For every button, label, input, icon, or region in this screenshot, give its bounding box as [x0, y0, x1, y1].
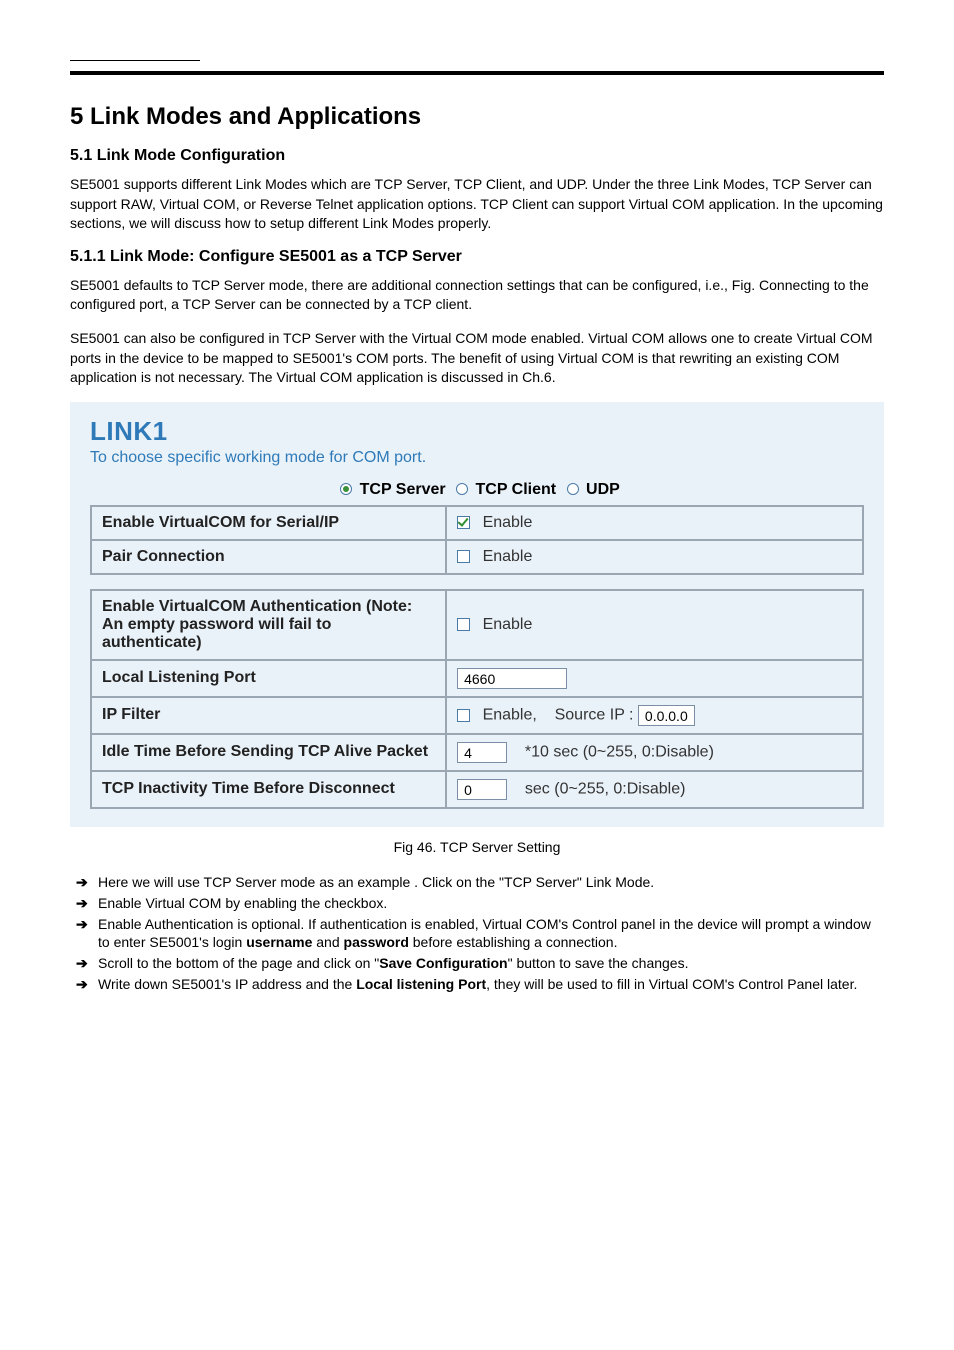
inactivity-suffix: sec (0~255, 0:Disable)	[525, 780, 686, 797]
local-port-input[interactable]: 4660	[457, 668, 567, 689]
list-item: Write down SE5001's IP address and the L…	[76, 975, 884, 994]
step-3-password: password	[344, 934, 409, 950]
list-item: Enable Authentication is optional. If au…	[76, 915, 884, 953]
ipfilter-enable-text: Enable,	[483, 706, 537, 723]
list-item: Scroll to the bottom of the page and cli…	[76, 954, 884, 973]
section-underline	[70, 60, 200, 61]
config-table-1: Enable VirtualCOM for Serial/IP Enable P…	[90, 505, 864, 575]
paragraph-2a: SE5001 defaults to TCP Server mode, ther…	[70, 276, 884, 315]
ipfilter-checkbox[interactable]	[457, 709, 470, 722]
pair-label: Pair Connection	[91, 540, 446, 574]
inactivity-label: TCP Inactivity Time Before Disconnect	[91, 771, 446, 808]
table-row: TCP Inactivity Time Before Disconnect 0 …	[91, 771, 863, 808]
radio-label-tcp-server: TCP Server	[360, 481, 446, 498]
idle-value-cell: 4 *10 sec (0~255, 0:Disable)	[446, 734, 863, 771]
port-label: Local Listening Port	[91, 660, 446, 697]
pair-value-cell: Enable	[446, 540, 863, 574]
spacer	[90, 575, 864, 589]
auth-label: Enable VirtualCOM Authentication (Note: …	[91, 590, 446, 660]
ipfilter-source-label: Source IP :	[555, 706, 634, 723]
figure-caption: Fig 46. TCP Server Setting	[70, 839, 884, 855]
vcom-value-cell: Enable	[446, 506, 863, 540]
idle-suffix: *10 sec (0~255, 0:Disable)	[525, 743, 714, 760]
link1-config-panel: LINK1 To choose specific working mode fo…	[70, 402, 884, 827]
radio-tcp-server[interactable]	[340, 483, 352, 495]
intro-paragraph: SE5001 supports different Link Modes whi…	[70, 175, 884, 234]
horizontal-rule	[70, 71, 884, 75]
step-2-text: Enable Virtual COM by enabling the check…	[98, 895, 387, 911]
idle-input[interactable]: 4	[457, 742, 507, 763]
ipfilter-label: IP Filter	[91, 697, 446, 734]
subsection-5-1: 5.1 Link Mode Configuration	[70, 147, 884, 165]
auth-value-cell: Enable	[446, 590, 863, 660]
subsection-5-1-1: 5.1.1 Link Mode: Configure SE5001 as a T…	[70, 248, 884, 266]
step-3-text-c: and	[312, 934, 343, 950]
table-row: Pair Connection Enable	[91, 540, 863, 574]
inactivity-value-cell: 0 sec (0~255, 0:Disable)	[446, 771, 863, 808]
radio-label-tcp-client: TCP Client	[476, 481, 557, 498]
step-5-port: Local listening Port	[356, 976, 486, 992]
pair-enable-text: Enable	[483, 548, 533, 565]
inactivity-input[interactable]: 0	[457, 779, 507, 800]
pair-checkbox[interactable]	[457, 550, 470, 563]
paragraph-2b: SE5001 can also be configured in TCP Ser…	[70, 329, 884, 388]
source-ip-input[interactable]: 0.0.0.0	[638, 705, 695, 726]
instruction-list: Here we will use TCP Server mode as an e…	[76, 873, 884, 994]
ipfilter-value-cell: Enable, Source IP : 0.0.0.0	[446, 697, 863, 734]
table-row: Local Listening Port 4660	[91, 660, 863, 697]
auth-enable-text: Enable	[483, 616, 533, 633]
panel-subtitle: To choose specific working mode for COM …	[90, 449, 864, 467]
config-table-2: Enable VirtualCOM Authentication (Note: …	[90, 589, 864, 809]
step-4-text-c: " button to save the changes.	[508, 955, 689, 971]
table-row: Enable VirtualCOM for Serial/IP Enable	[91, 506, 863, 540]
radio-label-udp: UDP	[586, 481, 620, 498]
table-row: Enable VirtualCOM Authentication (Note: …	[91, 590, 863, 660]
table-row: Idle Time Before Sending TCP Alive Packe…	[91, 734, 863, 771]
step-3-text-e: before establishing a connection.	[409, 934, 618, 950]
step-5-text-c: , they will be used to fill in Virtual C…	[486, 976, 857, 992]
step-1-text: Here we will use TCP Server mode as an e…	[98, 874, 654, 890]
radio-tcp-client[interactable]	[456, 483, 468, 495]
vcom-checkbox[interactable]	[457, 516, 470, 529]
port-value-cell: 4660	[446, 660, 863, 697]
auth-checkbox[interactable]	[457, 618, 470, 631]
step-3-username: username	[246, 934, 312, 950]
table-row: IP Filter Enable, Source IP : 0.0.0.0	[91, 697, 863, 734]
list-item: Here we will use TCP Server mode as an e…	[76, 873, 884, 892]
radio-udp[interactable]	[567, 483, 579, 495]
panel-title: LINK1	[90, 416, 864, 447]
page-title: 5 Link Modes and Applications	[70, 103, 884, 131]
step-4-text-a: Scroll to the bottom of the page and cli…	[98, 955, 379, 971]
step-4-save: Save Configuration	[379, 955, 507, 971]
link-mode-radio-row: TCP Server TCP Client UDP	[90, 477, 864, 505]
step-5-text-a: Write down SE5001's IP address and the	[98, 976, 356, 992]
vcom-label: Enable VirtualCOM for Serial/IP	[91, 506, 446, 540]
list-item: Enable Virtual COM by enabling the check…	[76, 894, 884, 913]
idle-label: Idle Time Before Sending TCP Alive Packe…	[91, 734, 446, 771]
vcom-enable-text: Enable	[483, 514, 533, 531]
